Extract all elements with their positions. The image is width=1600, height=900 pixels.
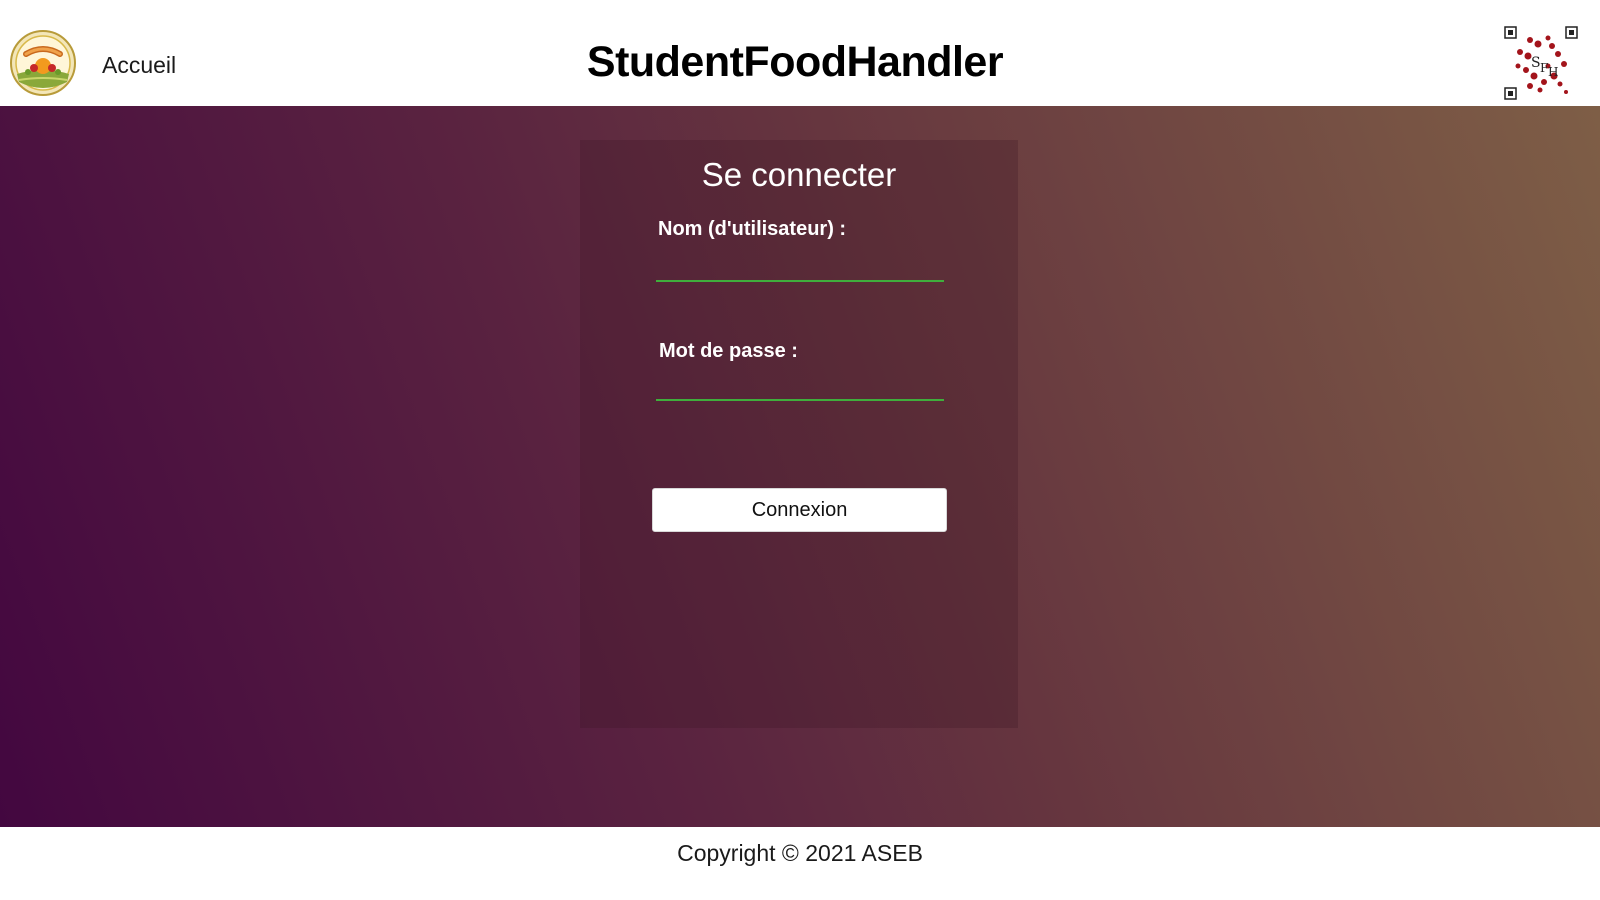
copyright-text: Copyright © 2021 ASEB xyxy=(677,840,923,866)
app-title: StudentFoodHandler xyxy=(586,38,1004,86)
username-label: Nom (d'utilisateur) : xyxy=(658,218,847,240)
header: Accueil StudentFoodHandler S F H xyxy=(0,0,1600,106)
password-input[interactable] xyxy=(656,365,944,401)
login-button[interactable]: Connexion xyxy=(652,488,947,532)
svg-text:H: H xyxy=(1548,65,1558,79)
main-content: Se connecter Nom (d'utilisateur) : Mot d… xyxy=(0,106,1600,827)
sfh-qr-logo-icon: S F H xyxy=(1504,26,1578,100)
login-panel: Se connecter Nom (d'utilisateur) : Mot d… xyxy=(580,140,1018,728)
page: Accueil StudentFoodHandler S F H Se conn… xyxy=(0,0,1600,900)
password-label: Mot de passe : xyxy=(659,340,798,362)
login-title: Se connecter xyxy=(701,156,897,193)
footer: Copyright © 2021 ASEB xyxy=(0,827,1600,900)
username-input[interactable] xyxy=(656,246,944,282)
